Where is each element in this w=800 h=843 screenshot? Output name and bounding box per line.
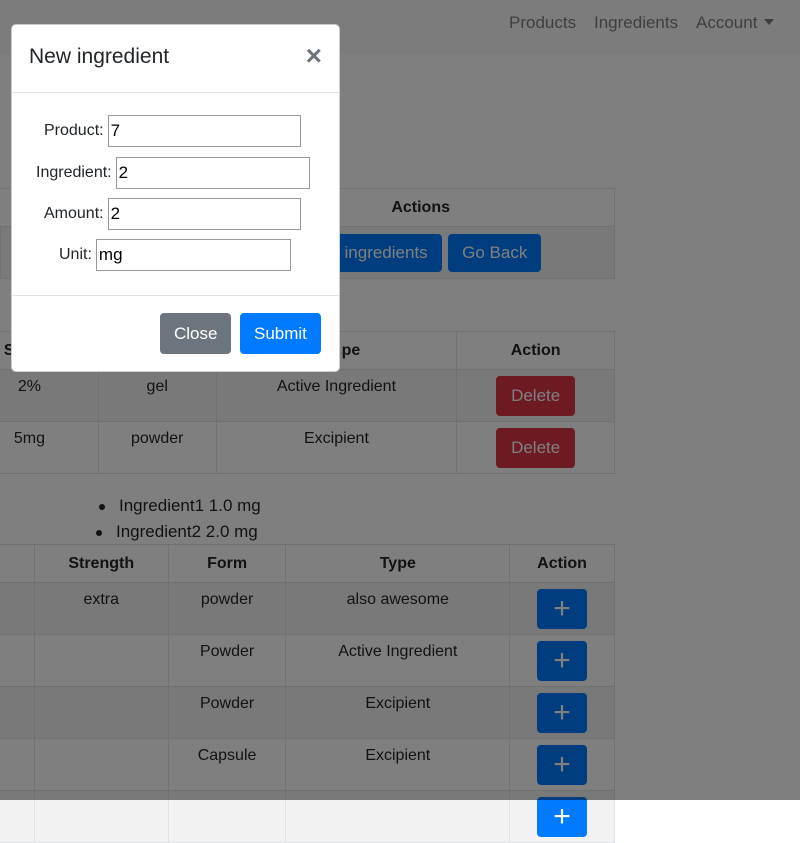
- modal-footer: Close Submit: [12, 295, 339, 372]
- amount-form-row: Amount:: [44, 198, 301, 230]
- new-ingredient-modal: New ingredient × Product: Ingredient: Am…: [11, 24, 340, 372]
- plus-icon: +: [553, 800, 571, 833]
- close-button[interactable]: Close: [160, 313, 232, 354]
- ingredient-input[interactable]: [115, 157, 310, 189]
- product-label: Product:: [44, 122, 104, 139]
- submit-button[interactable]: Submit: [240, 313, 321, 354]
- unit-input[interactable]: [95, 239, 291, 271]
- unit-form-row: Unit:: [59, 239, 291, 271]
- close-icon[interactable]: ×: [306, 41, 322, 71]
- ingredient-label: Ingredient:: [36, 164, 112, 181]
- amount-input[interactable]: [107, 198, 301, 230]
- unit-label: Unit:: [59, 246, 92, 263]
- ingredient-form-row: Ingredient:: [36, 157, 310, 189]
- amount-label: Amount:: [44, 205, 104, 222]
- modal-title: New ingredient: [29, 45, 170, 68]
- product-input[interactable]: [107, 115, 301, 147]
- add-ingredient-button[interactable]: +: [537, 797, 588, 837]
- product-form-row: Product:: [44, 115, 301, 147]
- modal-header: New ingredient ×: [12, 25, 339, 93]
